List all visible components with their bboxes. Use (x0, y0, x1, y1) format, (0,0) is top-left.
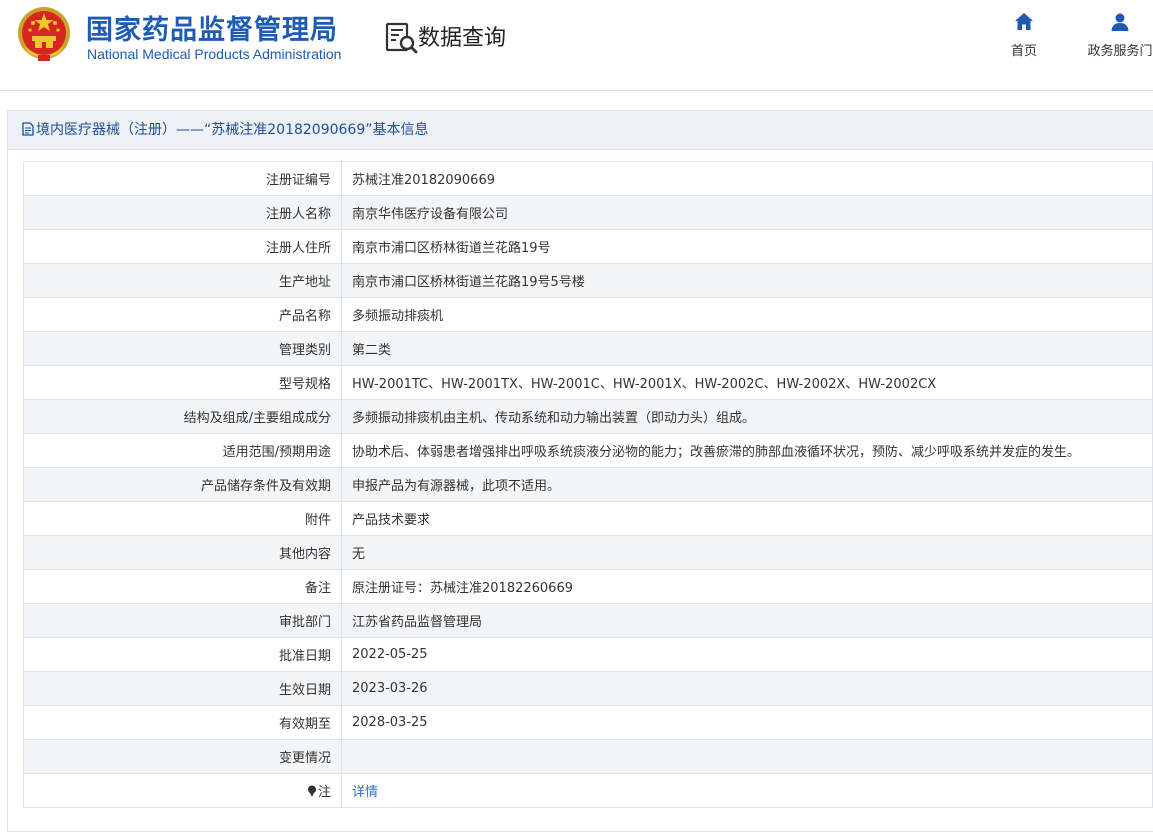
table-row: 审批部门 江苏省药品监督管理局 (23, 603, 1153, 638)
nav-government-services-label: 政务服务门 (1087, 44, 1153, 59)
field-value: 2022-05-25 (341, 637, 1153, 672)
table-row: 批准日期 2022-05-25 (23, 637, 1153, 672)
field-label: 附件 (23, 501, 342, 536)
table-row: 注册人住所 南京市浦口区桥林街道兰花路19号 (23, 229, 1153, 264)
detail-table: 注册证编号 苏械注准20182090669 注册人名称 南京华伟医疗设备有限公司 注… (23, 161, 1153, 808)
table-row: 附件 产品技术要求 (23, 501, 1153, 536)
table-row: 有效期至 2028-03-25 (23, 705, 1153, 740)
field-label: 其他内容 (23, 535, 342, 570)
document-icon (22, 122, 34, 136)
table-row: 产品储存条件及有效期 申报产品为有源器械，此项不适用。 (23, 467, 1153, 502)
field-label: 批准日期 (23, 637, 342, 672)
table-row-note: 注 详情 (23, 773, 1153, 808)
agency-name-cn: 国家药品监督管理局 (86, 15, 338, 46)
field-label: 适用范围/预期用途 (23, 433, 342, 468)
note-label-cell: 注 (23, 773, 342, 808)
table-row: 注册人名称 南京华伟医疗设备有限公司 (23, 195, 1153, 230)
field-label: 型号规格 (23, 365, 342, 400)
details-link[interactable]: 详情 (352, 785, 378, 800)
table-row: 适用范围/预期用途 协助术后、体弱患者增强排出呼吸系统痰液分泌物的能力；改善瘀滞的… (23, 433, 1153, 468)
field-value: 多频振动排痰机由主机、传动系统和动力输出装置（即动力头）组成。 (341, 399, 1153, 434)
panel-title-bar: 境内医疗器械（注册）——“苏械注准20182090669”基本信息 (8, 111, 1153, 150)
field-label: 产品储存条件及有效期 (23, 467, 342, 502)
table-row: 其他内容无 (23, 535, 1153, 570)
nav-home-label: 首页 (1010, 44, 1037, 59)
field-label: 审批部门 (23, 603, 342, 638)
user-icon (1111, 13, 1129, 31)
field-label: 注册人名称 (23, 195, 342, 230)
nav-home-button[interactable]: 首页 (1004, 12, 1044, 59)
field-value: 苏械注准20182090669 (341, 161, 1153, 196)
basic-info-panel: 境内医疗器械（注册）——“苏械注准20182090669”基本信息 注册证编号苏… (7, 110, 1153, 832)
table-row: 管理类别 第二类 (23, 331, 1153, 366)
home-icon (1015, 13, 1033, 30)
field-value: 第二类 (341, 331, 1153, 366)
national-emblem-icon (18, 7, 70, 61)
field-value: HW-2001TC、HW-2001TX、HW-2001C、HW-2001X、HW… (341, 365, 1153, 400)
field-label: 生产地址 (23, 263, 342, 298)
field-label: 备注 (23, 569, 342, 604)
agency-name-en: National Medical Products Administration (87, 46, 342, 62)
field-value: 无 (341, 535, 1153, 570)
table-row: 结构及组成/主要组成成分 多频振动排痰机由主机、传动系统和动力输出装置（即动力头）… (23, 399, 1153, 434)
field-value (341, 739, 1153, 774)
table-row: 型号规格 HW-2001TC、HW-2001TX、HW-2001C、HW-2001… (23, 365, 1153, 400)
field-value: 原注册证号：苏械注准20182260669 (341, 569, 1153, 604)
field-value: 多频振动排痰机 (341, 297, 1153, 332)
field-label: 生效日期 (23, 671, 342, 706)
table-row: 备注 原注册证号：苏械注准20182260669 (23, 569, 1153, 604)
pin-icon (307, 785, 316, 797)
field-label: 注册人住所 (23, 229, 342, 264)
page-title: 数据查询 (418, 26, 507, 51)
note-label: 注 (317, 785, 331, 800)
field-value: 产品技术要求 (341, 501, 1153, 536)
panel-title: 境内医疗器械（注册）——“苏械注准20182090669”基本信息 (36, 122, 429, 138)
table-row: 产品名称 多频振动排痰机 (23, 297, 1153, 332)
field-label: 产品名称 (23, 297, 342, 332)
field-value: 申报产品为有源器械，此项不适用。 (341, 467, 1153, 502)
table-row: 生效日期 2023-03-26 (23, 671, 1153, 706)
table-row: 变更情况 (23, 739, 1153, 774)
field-value: 南京市浦口区桥林街道兰花路19号5号楼 (341, 263, 1153, 298)
field-value: 江苏省药品监督管理局 (341, 603, 1153, 638)
field-label: 有效期至 (23, 705, 342, 740)
field-label: 注册证编号 (23, 161, 342, 196)
site-header: 国家药品监督管理局 National Medical Products Admi… (0, 0, 1153, 91)
field-value: 协助术后、体弱患者增强排出呼吸系统痰液分泌物的能力；改善瘀滞的肺部血液循环状况，… (341, 433, 1153, 468)
field-value: 2028-03-25 (341, 705, 1153, 740)
field-value: 南京市浦口区桥林街道兰花路19号 (341, 229, 1153, 264)
table-row: 生产地址 南京市浦口区桥林街道兰花路19号5号楼 (23, 263, 1153, 298)
nav-government-services-button[interactable]: 政务服务门 (1080, 12, 1153, 59)
field-value: 南京华伟医疗设备有限公司 (341, 195, 1153, 230)
field-value: 2023-03-26 (341, 671, 1153, 706)
note-value-cell: 详情 (341, 773, 1153, 808)
table-row: 注册证编号 苏械注准20182090669 (23, 161, 1153, 196)
data-query-icon (385, 22, 418, 54)
field-label: 变更情况 (23, 739, 342, 774)
field-label: 结构及组成/主要组成成分 (23, 399, 342, 434)
field-label: 管理类别 (23, 331, 342, 366)
